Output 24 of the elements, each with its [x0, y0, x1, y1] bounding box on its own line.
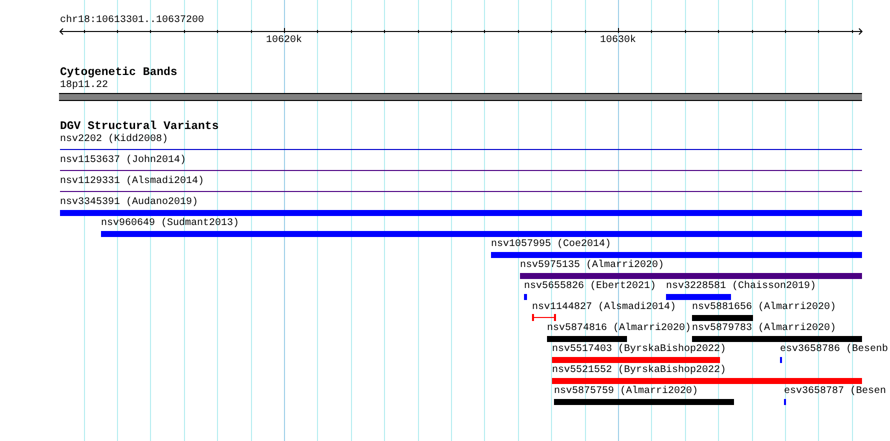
tick-label: 10630k: [600, 36, 636, 46]
variant-label[interactable]: esv3658787 (Besen: [784, 387, 886, 397]
variant-label[interactable]: nsv5655826 (Ebert2021): [524, 282, 656, 292]
variant-label[interactable]: nsv5879783 (Almarri2020): [692, 324, 836, 334]
variant-label[interactable]: nsv5975135 (Almarri2020): [520, 261, 664, 271]
variant-label[interactable]: nsv5521552 (ByrskaBishop2022): [552, 366, 726, 376]
variant-label[interactable]: nsv3228581 (Chaisson2019): [666, 282, 816, 292]
variant-label[interactable]: nsv1057995 (Coe2014): [491, 240, 612, 250]
tick-label: 10620k: [266, 36, 302, 46]
variant-label[interactable]: nsv5874816 (Almarri2020): [547, 324, 692, 334]
variant-label[interactable]: esv3658786 (Besenb: [780, 345, 888, 355]
track-title: DGV Structural Variants: [60, 121, 219, 133]
variant-label[interactable]: nsv5875759 (Almarri2020): [554, 387, 698, 397]
location-label: chr18:10613301..10637200: [60, 16, 204, 26]
variant-label[interactable]: nsv1153637 (John2014): [60, 156, 186, 166]
variant-label[interactable]: nsv3345391 (Audano2019): [60, 198, 198, 208]
variant-label[interactable]: nsv2202 (Kidd2008): [60, 135, 168, 145]
track-title: Cytogenetic Bands: [60, 67, 178, 79]
variant-label[interactable]: nsv5517403 (ByrskaBishop2022): [552, 345, 726, 355]
variant-label[interactable]: nsv1129331 (Alsmadi2014): [60, 177, 204, 187]
variant-label[interactable]: nsv960649 (Sudmant2013): [101, 219, 240, 229]
band-label: 18p11.22: [60, 81, 108, 91]
variant-label[interactable]: nsv5881656 (Almarri2020): [692, 303, 836, 313]
variant-label[interactable]: nsv1144827 (Alsmadi2014): [532, 303, 676, 313]
